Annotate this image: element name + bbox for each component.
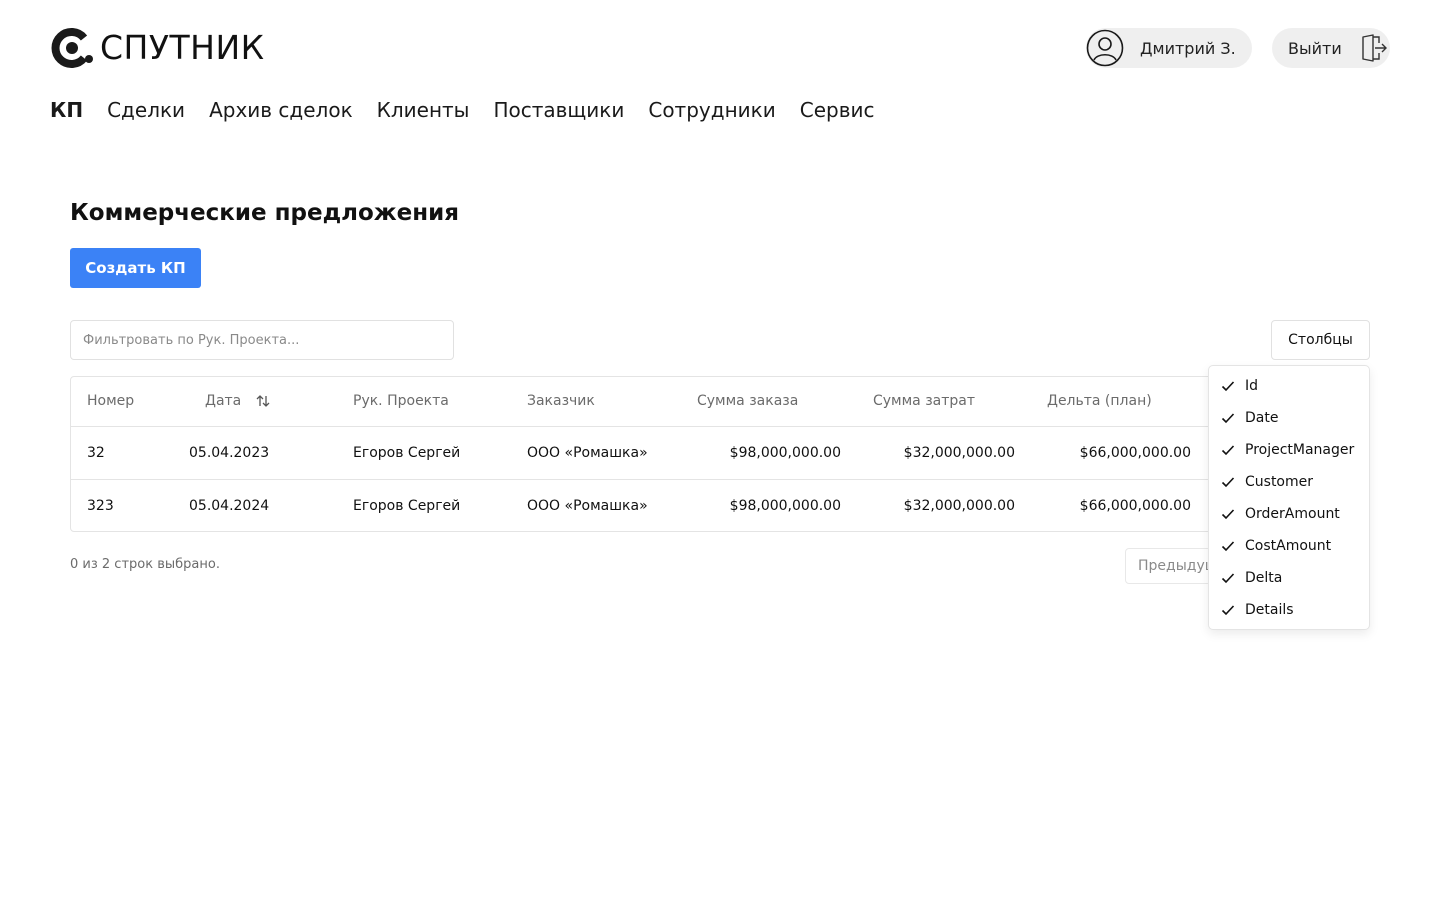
logo-text: СПУТНИК bbox=[100, 28, 265, 67]
cell-cost-amount: $32,000,000.00 bbox=[903, 497, 1015, 514]
nav-item-clients[interactable]: Клиенты bbox=[377, 96, 470, 124]
check-icon bbox=[1221, 605, 1235, 616]
nav-item-deals-archive[interactable]: Архив сделок bbox=[209, 96, 353, 124]
nav-item-suppliers[interactable]: Поставщики bbox=[493, 96, 624, 124]
column-toggle-id[interactable]: Id bbox=[1209, 370, 1369, 402]
column-toggle-label: Date bbox=[1245, 410, 1279, 426]
check-icon bbox=[1221, 445, 1235, 456]
cell-delta: $66,000,000.00 bbox=[1031, 426, 1207, 480]
column-toggle-label: Delta bbox=[1245, 570, 1283, 586]
logout-label: Выйти bbox=[1288, 38, 1342, 58]
nav-item-employees[interactable]: Сотрудники bbox=[648, 96, 775, 124]
nav-item-service[interactable]: Сервис bbox=[800, 96, 875, 124]
column-header-number[interactable]: Номер bbox=[71, 377, 173, 427]
columns-button[interactable]: Столбцы bbox=[1271, 320, 1370, 360]
nav-item-kp[interactable]: КП bbox=[50, 96, 83, 124]
table-header-row: Номер Дата Рук. Проекта Заказчик Сумма з… bbox=[71, 377, 1369, 427]
user-avatar-icon bbox=[1086, 29, 1124, 67]
table-row[interactable]: 323 05.04.2024 Егоров Сергей ООО «Ромашк… bbox=[71, 479, 1369, 531]
column-header-date-label: Дата bbox=[205, 393, 242, 410]
proposals-table: Номер Дата Рук. Проекта Заказчик Сумма з… bbox=[70, 376, 1370, 532]
nav-item-deals[interactable]: Сделки bbox=[107, 96, 185, 124]
column-header-delta[interactable]: Дельта (план) bbox=[1031, 377, 1207, 427]
cell-order-amount: $98,000,000.00 bbox=[669, 426, 857, 480]
column-toggle-cost-amount[interactable]: CostAmount bbox=[1209, 530, 1369, 562]
columns-dropdown-menu: Id Date ProjectManager Customer OrderAmo… bbox=[1208, 365, 1370, 630]
column-toggle-details[interactable]: Details bbox=[1209, 594, 1369, 626]
column-header-cost-amount[interactable]: Сумма затрат bbox=[857, 377, 1031, 427]
cell-number: 32 bbox=[71, 426, 173, 480]
check-icon bbox=[1221, 381, 1235, 392]
cell-project-manager: Егоров Сергей bbox=[335, 426, 509, 480]
column-header-project-manager[interactable]: Рук. Проекта bbox=[335, 377, 509, 427]
column-toggle-date[interactable]: Date bbox=[1209, 402, 1369, 434]
page-title: Коммерческие предложения bbox=[70, 200, 460, 226]
column-header-order-amount[interactable]: Сумма заказа bbox=[669, 377, 857, 427]
column-toggle-label: Details bbox=[1245, 602, 1294, 618]
logout-door-icon bbox=[1362, 34, 1387, 62]
user-name: Дмитрий З. bbox=[1140, 38, 1236, 58]
cell-cost-amount: $32,000,000.00 bbox=[857, 426, 1031, 480]
column-toggle-project-manager[interactable]: ProjectManager bbox=[1209, 434, 1369, 466]
column-toggle-order-amount[interactable]: OrderAmount bbox=[1209, 498, 1369, 530]
check-icon bbox=[1221, 573, 1235, 584]
selected-rows-info: 0 из 2 строк выбрано. bbox=[70, 557, 220, 572]
check-icon bbox=[1221, 413, 1235, 424]
column-toggle-delta[interactable]: Delta bbox=[1209, 562, 1369, 594]
column-toggle-label: OrderAmount bbox=[1245, 506, 1340, 522]
check-icon bbox=[1221, 477, 1235, 488]
cell-date: 05.04.2024 bbox=[189, 497, 270, 514]
cell-customer: ООО «Ромашка» bbox=[527, 497, 648, 514]
column-header-date[interactable]: Дата bbox=[173, 377, 335, 427]
cell-order-amount: $98,000,000.00 bbox=[729, 497, 841, 514]
cell-date: 05.04.2023 bbox=[173, 426, 335, 480]
column-toggle-label: CostAmount bbox=[1245, 538, 1332, 554]
cell-number: 323 bbox=[87, 497, 114, 514]
user-profile-button[interactable]: Дмитрий З. bbox=[1086, 28, 1252, 68]
cell-delta: $66,000,000.00 bbox=[1079, 497, 1191, 514]
table-row[interactable]: 32 05.04.2023 Егоров Сергей ООО «Ромашка… bbox=[71, 426, 1369, 480]
logout-button[interactable]: Выйти bbox=[1272, 28, 1390, 68]
column-toggle-label: Customer bbox=[1245, 474, 1314, 490]
logo[interactable]: СПУТНИК bbox=[50, 26, 265, 70]
check-icon bbox=[1221, 509, 1235, 520]
logo-mark-icon bbox=[51, 28, 93, 68]
cell-customer: ООО «Ромашка» bbox=[509, 426, 669, 480]
column-toggle-label: Id bbox=[1245, 378, 1259, 394]
sort-arrows-icon[interactable] bbox=[255, 393, 271, 409]
column-toggle-customer[interactable]: Customer bbox=[1209, 466, 1369, 498]
column-header-customer[interactable]: Заказчик bbox=[509, 377, 669, 427]
column-toggle-label: ProjectManager bbox=[1245, 442, 1355, 458]
create-kp-button[interactable]: Создать КП bbox=[70, 248, 201, 288]
main-nav: КП Сделки Архив сделок Клиенты Поставщик… bbox=[50, 96, 898, 124]
cell-project-manager: Егоров Сергей bbox=[353, 497, 461, 514]
header: СПУТНИК Дмитрий З. Выйти bbox=[50, 26, 1390, 70]
check-icon bbox=[1221, 541, 1235, 552]
filter-project-manager-input[interactable] bbox=[70, 320, 454, 360]
